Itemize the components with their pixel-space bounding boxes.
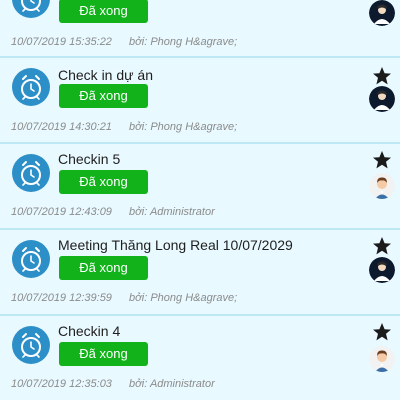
task-title: Checkin 4 — [58, 323, 121, 339]
task-timestamp: 10/07/2019 15:35:22 — [11, 36, 112, 48]
task-card[interactable]: Đã xong 10/07/2019 15:35:22 bởi: Phong H… — [0, 0, 400, 57]
task-author: Administrator — [149, 206, 215, 218]
alarm-clock-icon — [12, 0, 50, 18]
task-card[interactable]: Check in dự án Đã xong 10/07/2019 14:30:… — [0, 57, 400, 143]
person-avatar-icon — [369, 346, 395, 372]
by-label: bởi: — [129, 292, 148, 304]
task-timestamp: 10/07/2019 12:43:09 — [11, 206, 112, 218]
dark-avatar-icon — [369, 86, 395, 112]
dark-avatar-icon — [369, 0, 395, 26]
by-label: bởi: — [129, 36, 148, 48]
star-icon[interactable] — [372, 150, 392, 170]
task-meta: 10/07/2019 14:30:21 bởi: Phong H&agrave; — [11, 121, 237, 133]
task-meta: 10/07/2019 15:35:22 bởi: Phong H&agrave; — [11, 36, 237, 48]
done-button[interactable]: Đã xong — [59, 170, 148, 194]
task-card[interactable]: Meeting Thăng Long Real 10/07/2029 Đã xo… — [0, 229, 400, 315]
done-button[interactable]: Đã xong — [59, 256, 148, 280]
by-label: bởi: — [129, 206, 148, 218]
dark-avatar-icon — [369, 257, 395, 283]
star-icon[interactable] — [372, 236, 392, 256]
by-label: bởi: — [129, 378, 148, 390]
task-author: Phong H&agrave; — [150, 292, 238, 304]
task-timestamp: 10/07/2019 12:39:59 — [11, 292, 112, 304]
task-list: Đã xong 10/07/2019 15:35:22 bởi: Phong H… — [0, 0, 400, 400]
task-title: Meeting Thăng Long Real 10/07/2029 — [58, 237, 293, 253]
task-timestamp: 10/07/2019 14:30:21 — [11, 121, 112, 133]
alarm-clock-icon — [12, 326, 50, 364]
task-card[interactable]: Checkin 5 Đã xong 10/07/2019 12:43:09 bở… — [0, 143, 400, 229]
task-card[interactable]: Checkin 4 Đã xong 10/07/2019 12:35:03 bở… — [0, 315, 400, 400]
alarm-clock-icon — [12, 240, 50, 278]
person-avatar-icon — [369, 173, 395, 199]
alarm-clock-icon — [12, 68, 50, 106]
star-icon[interactable] — [372, 66, 392, 86]
task-author: Administrator — [149, 378, 215, 390]
done-button[interactable]: Đã xong — [59, 342, 148, 366]
task-meta: 10/07/2019 12:39:59 bởi: Phong H&agrave; — [11, 292, 237, 304]
done-button[interactable]: Đã xong — [59, 0, 148, 23]
by-label: bởi: — [129, 121, 148, 133]
task-title: Checkin 5 — [58, 151, 121, 167]
task-meta: 10/07/2019 12:35:03 bởi: Administrator — [11, 378, 215, 390]
task-author: Phong H&agrave; — [150, 121, 238, 133]
task-timestamp: 10/07/2019 12:35:03 — [11, 378, 112, 390]
task-title: Check in dự án — [58, 67, 153, 83]
star-icon[interactable] — [372, 322, 392, 342]
task-author: Phong H&agrave; — [150, 36, 238, 48]
alarm-clock-icon — [12, 154, 50, 192]
done-button[interactable]: Đã xong — [59, 84, 148, 108]
task-meta: 10/07/2019 12:43:09 bởi: Administrator — [11, 206, 215, 218]
